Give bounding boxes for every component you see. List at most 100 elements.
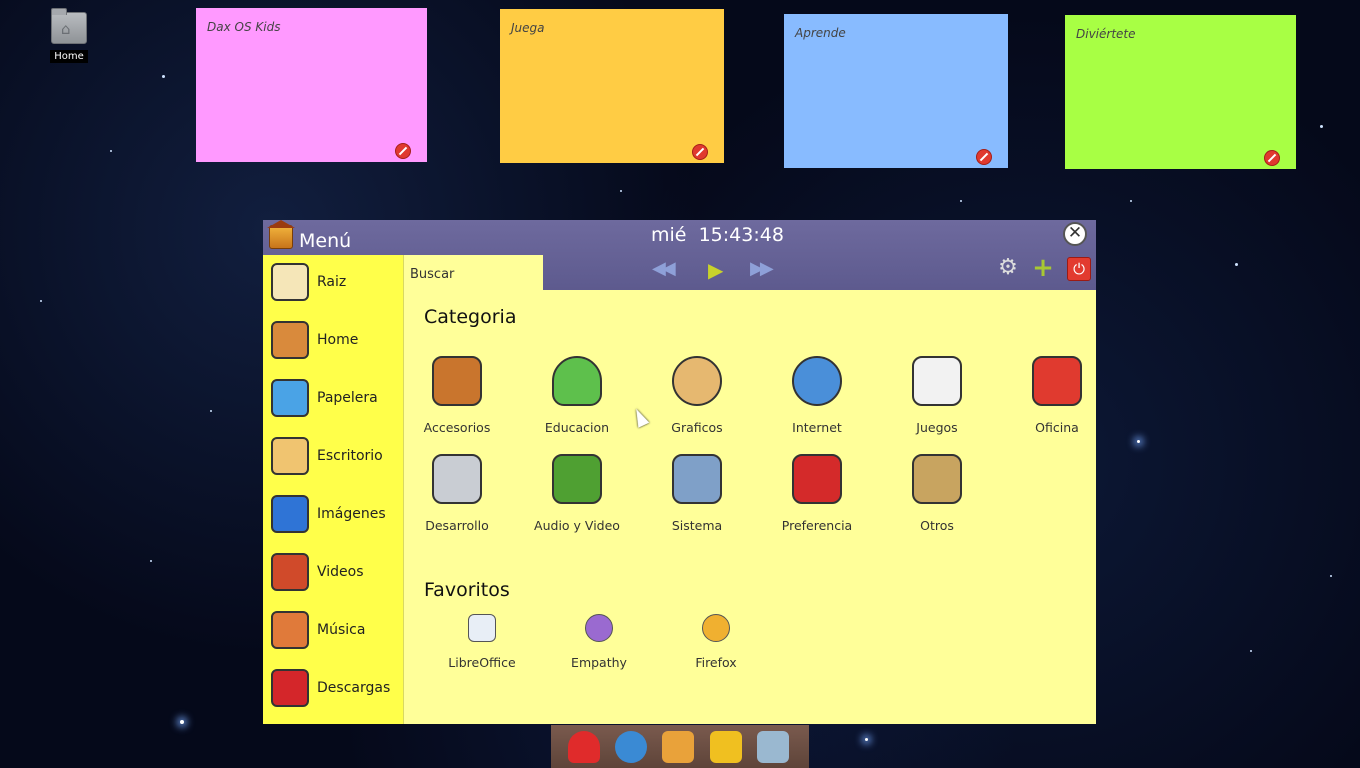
tools-icon [912,454,962,504]
libreoffice-icon [468,614,496,642]
images-folder-icon [271,495,309,533]
trowel-icon [432,454,482,504]
flags-icon[interactable] [710,731,742,763]
favorite-label: Empathy [571,655,627,670]
category-audio-video[interactable]: Audio y Video [522,454,632,533]
categoria-title: Categoria [424,306,517,328]
favorite-label: Firefox [695,655,737,670]
sidebar-item-descargas[interactable]: Descargas [271,665,401,713]
trash-icon [271,379,309,417]
next-icon[interactable]: ▶▶ [750,258,774,279]
home-icon[interactable] [662,731,694,763]
note-title: Diviértete [1076,27,1136,41]
star [150,560,152,562]
previous-icon[interactable]: ◀◀ [652,258,676,279]
sticky-note[interactable]: Dax OS Kids [196,8,427,162]
delete-note-icon[interactable] [976,149,992,165]
favoritos-title: Favoritos [424,579,510,601]
flask-icon [552,356,602,406]
category-educacion[interactable]: Educacion [522,356,632,435]
delete-note-icon[interactable] [395,143,411,159]
telephone-icon [1032,356,1082,406]
star [110,150,112,152]
sidebar-item-label: Papelera [317,390,378,406]
play-icon[interactable]: ▶ [708,258,723,282]
category-accesorios[interactable]: Accesorios [402,356,512,435]
category-graficos[interactable]: Graficos [642,356,752,435]
gear-icon[interactable]: ⚙ [997,257,1019,279]
music-film-icon [552,454,602,504]
dice-icon [912,356,962,406]
favorite-firefox[interactable]: Firefox [666,614,766,670]
star [620,190,622,192]
close-button[interactable]: ✕ [1063,222,1087,246]
category-desarrollo[interactable]: Desarrollo [402,454,512,533]
desktop-home-icon[interactable]: ⌂ Home [44,8,94,63]
star [1235,263,1238,266]
sidebar-item-musica[interactable]: Música [271,607,401,655]
sidebar-item-papelera[interactable]: Papelera [271,375,401,423]
heart-icon[interactable] [568,731,600,763]
sidebar: Raiz Home Papelera Escritorio Imágenes V… [263,255,404,724]
sticky-note[interactable]: Juega [500,9,724,163]
category-oficina[interactable]: Oficina [1002,356,1112,435]
desk-icon [271,437,309,475]
favorite-libreoffice[interactable]: LibreOffice [432,614,532,670]
category-otros[interactable]: Otros [882,454,992,533]
category-juegos[interactable]: Juegos [882,356,992,435]
category-label: Desarrollo [425,518,489,533]
clock-day: mié [651,224,687,246]
category-label: Audio y Video [534,518,620,533]
menu-window: Menú mié 15:43:48 ✕ ◀◀ ▶ ▶▶ ⚙ + ⏻ Buscar… [263,220,1096,724]
house-icon [271,321,309,359]
sidebar-item-raiz[interactable]: Raiz [271,259,401,307]
power-icon[interactable]: ⏻ [1067,257,1091,281]
favorite-empathy[interactable]: Empathy [549,614,649,670]
empathy-icon [585,614,613,642]
hard-drive-icon [271,263,309,301]
menu-title: Menú [299,230,352,252]
sidebar-item-label: Home [317,332,359,348]
globe-icon[interactable] [615,731,647,763]
note-title: Dax OS Kids [207,20,281,34]
category-label: Internet [792,420,842,435]
monitor-tools-icon [672,454,722,504]
trash-icon[interactable] [757,731,789,763]
sidebar-item-home[interactable]: Home [271,317,401,365]
star [40,300,42,302]
folder-icon: ⌂ [51,8,87,44]
downloads-folder-icon [271,669,309,707]
sidebar-item-label: Raiz [317,274,347,290]
delete-note-icon[interactable] [1264,150,1280,166]
sidebar-item-videos[interactable]: Videos [271,549,401,597]
star [180,720,184,724]
add-icon[interactable]: + [1032,255,1054,281]
category-label: Educacion [544,420,610,435]
category-label: Graficos [671,420,723,435]
sidebar-item-imagenes[interactable]: Imágenes [271,491,401,539]
dock [551,725,809,768]
clock: mié 15:43:48 [651,224,784,246]
star [162,75,165,78]
desktop-home-label: Home [50,50,88,63]
sticky-note[interactable]: Diviértete [1065,15,1296,169]
note-title: Aprende [795,26,846,40]
search-tab[interactable]: Buscar [404,255,543,290]
globe-icon [792,356,842,406]
books-icon [432,356,482,406]
star [1320,125,1323,128]
sticky-note[interactable]: Aprende [784,14,1008,168]
sidebar-item-escritorio[interactable]: Escritorio [271,433,401,481]
sidebar-item-label: Descargas [317,680,391,696]
menu-house-icon [267,220,295,249]
delete-note-icon[interactable] [692,144,708,160]
category-preferencia[interactable]: Preferencia [762,454,872,533]
category-internet[interactable]: Internet [762,356,872,435]
favorite-label: LibreOffice [448,655,516,670]
palette-icon [672,356,722,406]
firefox-icon [702,614,730,642]
category-sistema[interactable]: Sistema [642,454,752,533]
category-label: Otros [920,518,954,533]
film-icon [271,553,309,591]
sidebar-item-label: Escritorio [317,448,383,464]
